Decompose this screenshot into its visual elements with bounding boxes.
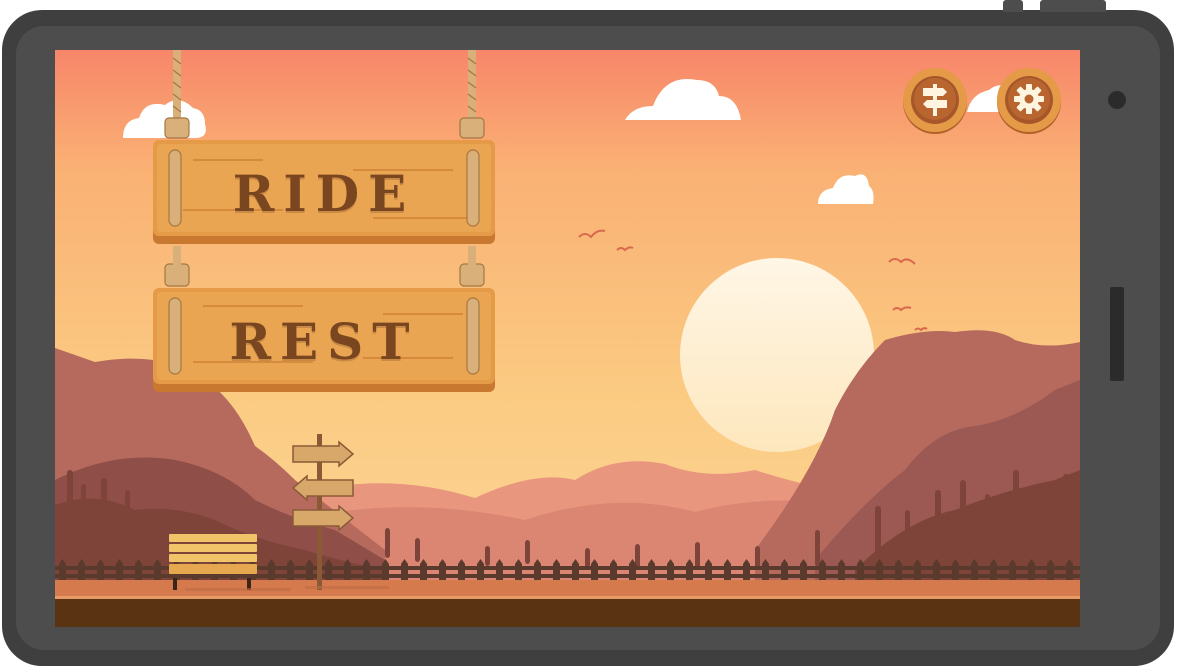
side-speaker	[1110, 287, 1124, 381]
rest-label: REST	[229, 312, 419, 371]
ride-label: RIDE	[232, 164, 416, 223]
signpost-icon	[903, 68, 967, 134]
map-button[interactable]	[901, 66, 969, 134]
game-screen: RIDE REST	[55, 50, 1080, 627]
power-button	[1003, 0, 1023, 12]
soil	[55, 598, 1080, 627]
volume-button	[1040, 0, 1106, 12]
rest-button[interactable]: REST	[153, 288, 495, 392]
ground-edge	[55, 596, 1080, 599]
ride-button[interactable]: RIDE	[153, 140, 495, 244]
settings-button[interactable]	[995, 66, 1063, 134]
front-camera	[1108, 91, 1126, 109]
gear-icon	[997, 68, 1061, 134]
